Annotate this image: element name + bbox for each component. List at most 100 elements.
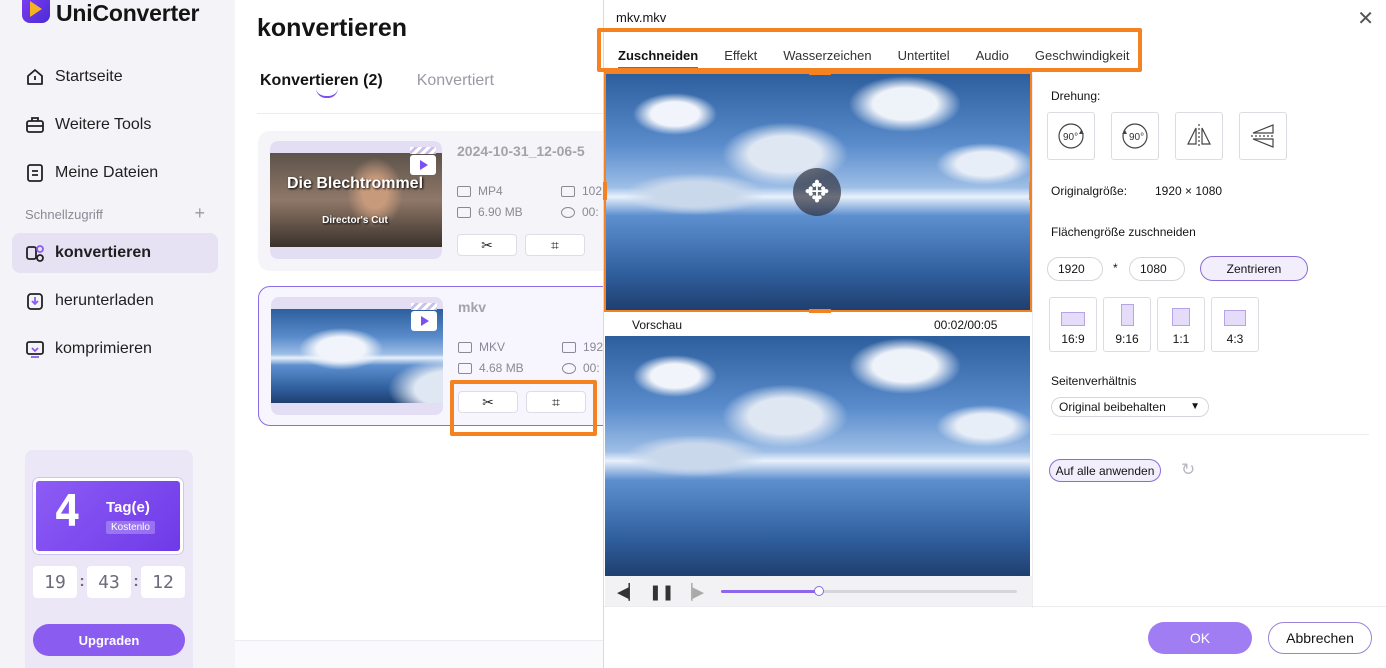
tab-konvertieren[interactable]: Konvertieren (2) bbox=[260, 72, 383, 98]
timer-separator: : bbox=[79, 573, 85, 590]
ratio-label: 4:3 bbox=[1226, 332, 1244, 346]
convert-icon bbox=[24, 242, 46, 264]
app-name: UniConverter bbox=[56, 0, 200, 26]
folder-icon bbox=[458, 362, 472, 374]
video-thumbnail[interactable]: Die Blechtrommel Director's Cut bbox=[270, 141, 442, 259]
tab-geschwindigkeit[interactable]: Geschwindigkeit bbox=[1035, 48, 1130, 69]
tab-konvertiert[interactable]: Konvertiert bbox=[417, 72, 494, 90]
trim-button[interactable]: ✂ bbox=[458, 391, 518, 413]
crop-settings-panel: Drehung: 90° 90° Originalgröße: 1920 × 1… bbox=[1032, 74, 1386, 608]
original-size-label: Originalgröße: bbox=[1051, 184, 1128, 198]
toolbox-icon bbox=[24, 114, 46, 136]
resolution-icon bbox=[561, 185, 575, 197]
panel-divider bbox=[1051, 434, 1369, 435]
next-frame-icon[interactable]: ▕▶ bbox=[681, 583, 704, 601]
ratio-1-1-icon bbox=[1172, 308, 1190, 326]
crop-preview[interactable]: ✥ bbox=[605, 74, 1030, 310]
tab-zuschneiden[interactable]: Zuschneiden bbox=[618, 48, 699, 69]
sidebar-item-komprimieren[interactable]: komprimieren bbox=[12, 329, 218, 369]
file-card-selected[interactable]: mkv MKV 4.68 MB 192 00: ✂ ⌗ bbox=[258, 286, 618, 426]
rotate-left-text: 90° bbox=[1063, 132, 1078, 143]
uniconverter-logo-icon bbox=[10, 0, 50, 27]
center-button[interactable]: Zentrieren bbox=[1200, 256, 1308, 281]
tab-effekt[interactable]: Effekt bbox=[724, 48, 757, 69]
clock-icon bbox=[561, 206, 575, 218]
chevron-down-icon: ▼ bbox=[1190, 401, 1200, 412]
file-card[interactable]: Die Blechtrommel Director's Cut 2024-10-… bbox=[258, 131, 618, 271]
previous-frame-icon[interactable]: ◀▏ bbox=[617, 583, 640, 601]
size-value: 6.90 MB bbox=[478, 205, 523, 219]
sidebar-item-konvertieren[interactable]: konvertieren bbox=[12, 233, 218, 273]
pause-icon[interactable]: ❚❚ bbox=[649, 583, 674, 601]
resolution-value: 102 bbox=[582, 184, 603, 198]
size-value: 4.68 MB bbox=[479, 361, 524, 375]
player-controls: ◀▏ ❚❚ ▕▶ bbox=[605, 576, 1032, 606]
preview-label: Vorschau bbox=[632, 318, 683, 332]
clapper-icon bbox=[411, 303, 437, 310]
sidebar-item-label: Startseite bbox=[55, 68, 123, 85]
crop-width-input[interactable]: 1920 bbox=[1047, 257, 1103, 281]
compress-icon bbox=[24, 338, 46, 360]
video-thumbnail[interactable] bbox=[271, 297, 443, 415]
tab-untertitel[interactable]: Untertitel bbox=[898, 48, 950, 69]
tab-audio[interactable]: Audio bbox=[976, 48, 1009, 69]
brand: UniConverter bbox=[10, 0, 199, 28]
crop-icon: ⌗ bbox=[552, 393, 560, 410]
file-name: 2024-10-31_12-06-5 bbox=[457, 143, 585, 159]
timer-hours: 19 bbox=[33, 566, 77, 598]
file-format: MP4 bbox=[457, 184, 503, 198]
playback-knob[interactable] bbox=[813, 586, 824, 596]
crop-icon: ⌗ bbox=[551, 236, 559, 253]
file-resolution: 192 bbox=[562, 340, 603, 354]
page-title: konvertieren bbox=[257, 14, 408, 42]
rotate-right-icon: 90° bbox=[1122, 123, 1148, 149]
file-name: mkv bbox=[458, 299, 487, 315]
aspect-ratio-select[interactable]: Original beibehalten ▼ bbox=[1051, 397, 1209, 417]
rotate-right-button[interactable]: 90° bbox=[1111, 112, 1159, 160]
ok-button[interactable]: OK bbox=[1148, 622, 1252, 654]
apply-to-all-button[interactable]: Auf alle anwenden bbox=[1049, 459, 1161, 482]
flip-horizontal-button[interactable] bbox=[1175, 112, 1223, 160]
bottom-bar bbox=[235, 640, 605, 668]
dialog-title: mkv.mkv bbox=[616, 10, 667, 25]
play-icon[interactable] bbox=[410, 155, 436, 175]
sidebar-item-label: herunterladen bbox=[55, 292, 154, 309]
reset-icon[interactable]: ↻ bbox=[1181, 460, 1195, 480]
sidebar-item-label: Meine Dateien bbox=[55, 164, 159, 181]
rotate-left-button[interactable]: 90° bbox=[1047, 112, 1095, 160]
sidebar-item-herunterladen[interactable]: herunterladen bbox=[12, 281, 218, 321]
video-format-icon bbox=[457, 185, 471, 197]
ratio-1-1-button[interactable]: 1:1 bbox=[1157, 297, 1205, 352]
playback-slider[interactable] bbox=[721, 586, 1017, 596]
file-format: MKV bbox=[458, 340, 505, 354]
format-value: MP4 bbox=[478, 184, 503, 198]
sidebar-item-startseite[interactable]: Startseite bbox=[12, 57, 218, 97]
sidebar-item-meine-dateien[interactable]: Meine Dateien bbox=[12, 153, 218, 193]
countdown-timer: 19 : 43 : 12 bbox=[33, 566, 185, 598]
flip-vertical-button[interactable] bbox=[1239, 112, 1287, 160]
play-icon[interactable] bbox=[411, 311, 437, 331]
ratio-9-16-button[interactable]: 9:16 bbox=[1103, 297, 1151, 352]
dialog-footer: OK Abbrechen bbox=[604, 606, 1386, 668]
crop-area-label: Flächengröße zuschneiden bbox=[1051, 225, 1196, 239]
flip-horizontal-icon bbox=[1187, 124, 1211, 148]
quick-access-header: Schnellzugriff + bbox=[25, 203, 205, 223]
add-quick-access-icon[interactable]: + bbox=[194, 203, 205, 224]
move-icon[interactable]: ✥ bbox=[793, 168, 841, 216]
trim-button[interactable]: ✂ bbox=[457, 234, 517, 256]
ratio-16-9-button[interactable]: 16:9 bbox=[1049, 297, 1097, 352]
sidebar-item-label: Weitere Tools bbox=[55, 116, 152, 133]
crop-button[interactable]: ⌗ bbox=[525, 234, 585, 256]
sidebar-item-weitere-tools[interactable]: Weitere Tools bbox=[12, 105, 218, 145]
crop-height-input[interactable]: 1080 bbox=[1129, 257, 1185, 281]
cancel-button[interactable]: Abbrechen bbox=[1268, 622, 1372, 654]
crop-button[interactable]: ⌗ bbox=[526, 391, 586, 413]
upgrade-button[interactable]: Upgraden bbox=[33, 624, 185, 656]
close-icon[interactable]: ✕ bbox=[1357, 6, 1374, 31]
ratio-4-3-button[interactable]: 4:3 bbox=[1211, 297, 1259, 352]
file-duration: 00: bbox=[562, 361, 600, 375]
folder-icon bbox=[457, 206, 471, 218]
tab-wasserzeichen[interactable]: Wasserzeichen bbox=[783, 48, 871, 69]
ratio-16-9-icon bbox=[1061, 312, 1085, 326]
timer-minutes: 43 bbox=[86, 566, 131, 598]
